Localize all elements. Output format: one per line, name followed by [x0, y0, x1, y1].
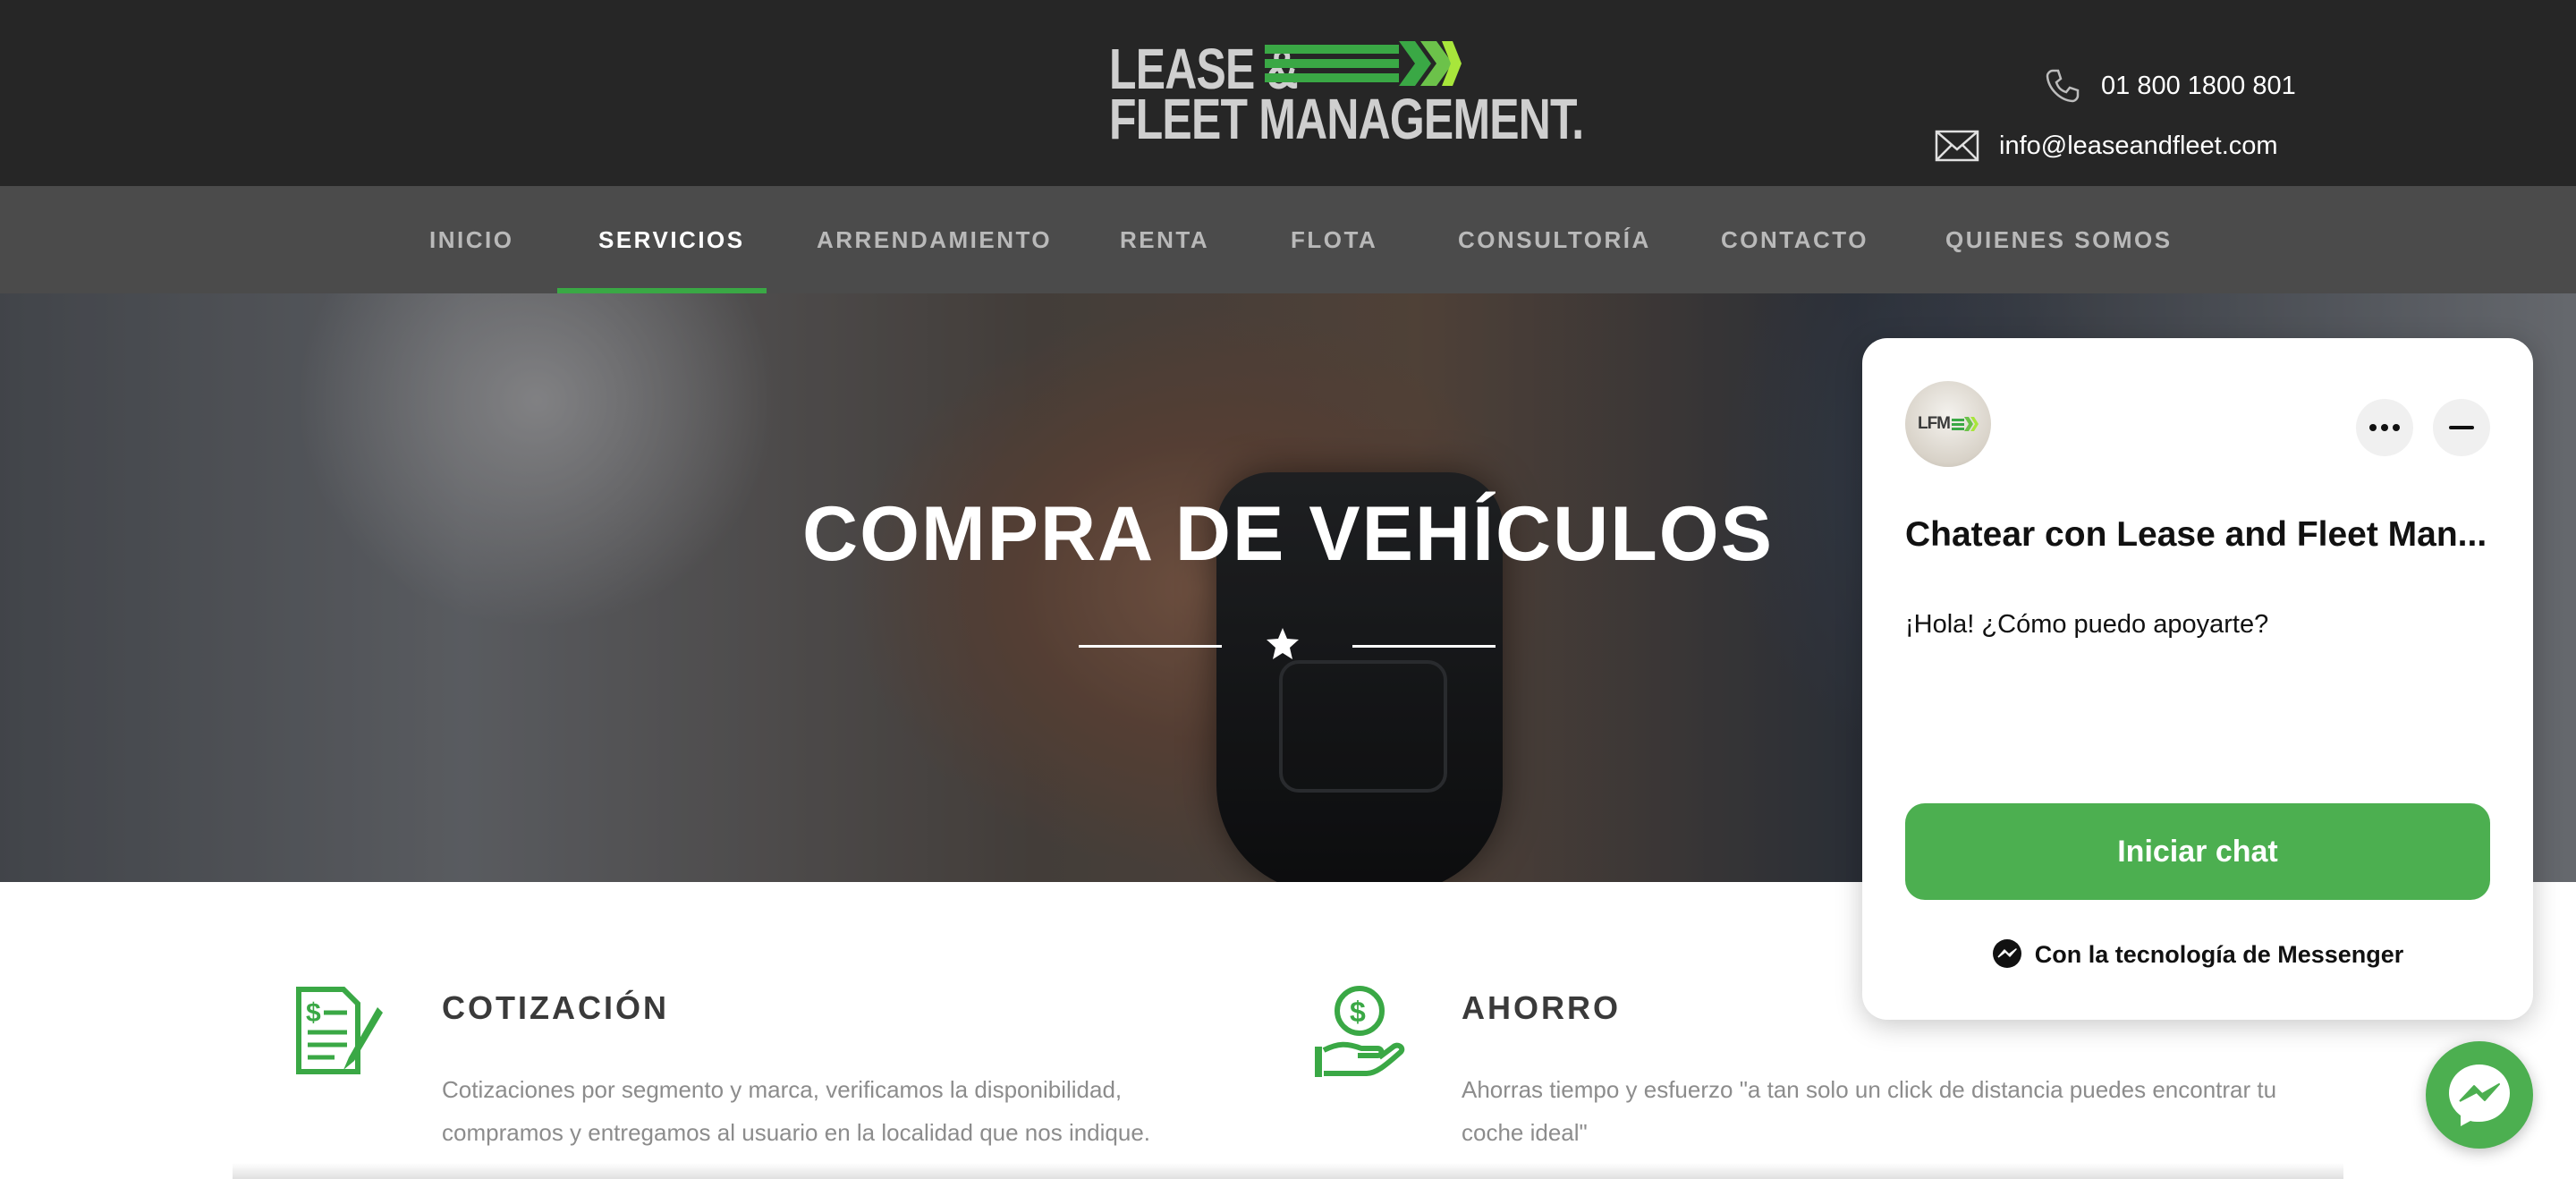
site-logo[interactable]: LEASE & FLEET MANAGEMENT.	[1106, 36, 1584, 151]
nav-active-indicator	[557, 288, 767, 293]
chat-title: Chatear con Lease and Fleet Man...	[1905, 515, 2487, 554]
chat-avatar: LFM	[1905, 381, 1991, 467]
nav-item-contacto[interactable]: CONTACTO	[1721, 186, 1868, 293]
logo-arrows-icon	[1265, 41, 1462, 86]
quote-document-icon: $	[296, 987, 383, 1074]
main-nav: INICIO SERVICIOS ARRENDAMIENTO RENTA FLO…	[0, 186, 2576, 293]
hero-divider-right	[1352, 645, 1496, 648]
envelope-icon	[1935, 130, 1979, 162]
messenger-chat-panel: LFM Chatear con Lease and Fleet Man... ¡…	[1862, 338, 2533, 1020]
hero-divider-left	[1079, 645, 1222, 648]
nav-item-flota[interactable]: FLOTA	[1291, 186, 1377, 293]
header-phone[interactable]: 01 800 1800 801	[2044, 61, 2296, 111]
header-email[interactable]: info@leaseandfleet.com	[1935, 121, 2278, 171]
more-dots-icon	[2369, 424, 2400, 431]
chat-avatar-text: LFM	[1917, 414, 1951, 433]
powered-by-text: Con la tecnología de Messenger	[2034, 940, 2404, 968]
messenger-icon	[1992, 939, 2021, 968]
feature-text-cotizacion: Cotizaciones por segmento y marca, verif…	[442, 1076, 1151, 1146]
svg-text:$: $	[306, 998, 321, 1028]
powered-by-messenger: Con la tecnología de Messenger	[1862, 939, 2533, 970]
svg-text:$: $	[1350, 996, 1366, 1028]
avatar-arrows-icon	[1952, 417, 1979, 431]
minimize-icon	[2449, 426, 2474, 429]
chat-greeting: ¡Hola! ¿Cómo puedo apoyarte?	[1905, 610, 2269, 639]
logo-line-2: FLEET MANAGEMENT.	[1109, 87, 1584, 151]
phone-number[interactable]: 01 800 1800 801	[2101, 72, 2296, 101]
feature-text-ahorro: Ahorras tiempo y esfuerzo "a tan solo un…	[1462, 1076, 2277, 1146]
nav-item-arrendamiento[interactable]: ARRENDAMIENTO	[817, 186, 1052, 293]
money-hand-icon: $	[1315, 986, 1405, 1077]
messenger-icon	[2449, 1064, 2510, 1126]
nav-item-servicios[interactable]: SERVICIOS	[598, 186, 745, 293]
messenger-launcher-button[interactable]	[2426, 1041, 2533, 1149]
phone-icon	[2046, 69, 2080, 103]
nav-item-inicio[interactable]: INICIO	[429, 186, 513, 293]
chat-more-options-button[interactable]	[2356, 399, 2413, 456]
star-icon	[1267, 628, 1299, 659]
start-chat-button[interactable]: Iniciar chat	[1905, 803, 2490, 900]
feature-title-cotizacion: COTIZACIÓN	[442, 989, 669, 1026]
feature-title-ahorro: AHORRO	[1462, 989, 1621, 1026]
nav-item-quienes-somos[interactable]: QUIENES SOMOS	[1945, 186, 2173, 293]
nav-item-consultoria[interactable]: CONSULTORÍA	[1458, 186, 1651, 293]
email-address[interactable]: info@leaseandfleet.com	[1999, 131, 2278, 161]
nav-item-renta[interactable]: RENTA	[1120, 186, 1209, 293]
chat-minimize-button[interactable]	[2433, 399, 2490, 456]
site-header: LEASE & FLEET MANAGEMENT. 01 800 1800 80…	[0, 0, 2576, 186]
